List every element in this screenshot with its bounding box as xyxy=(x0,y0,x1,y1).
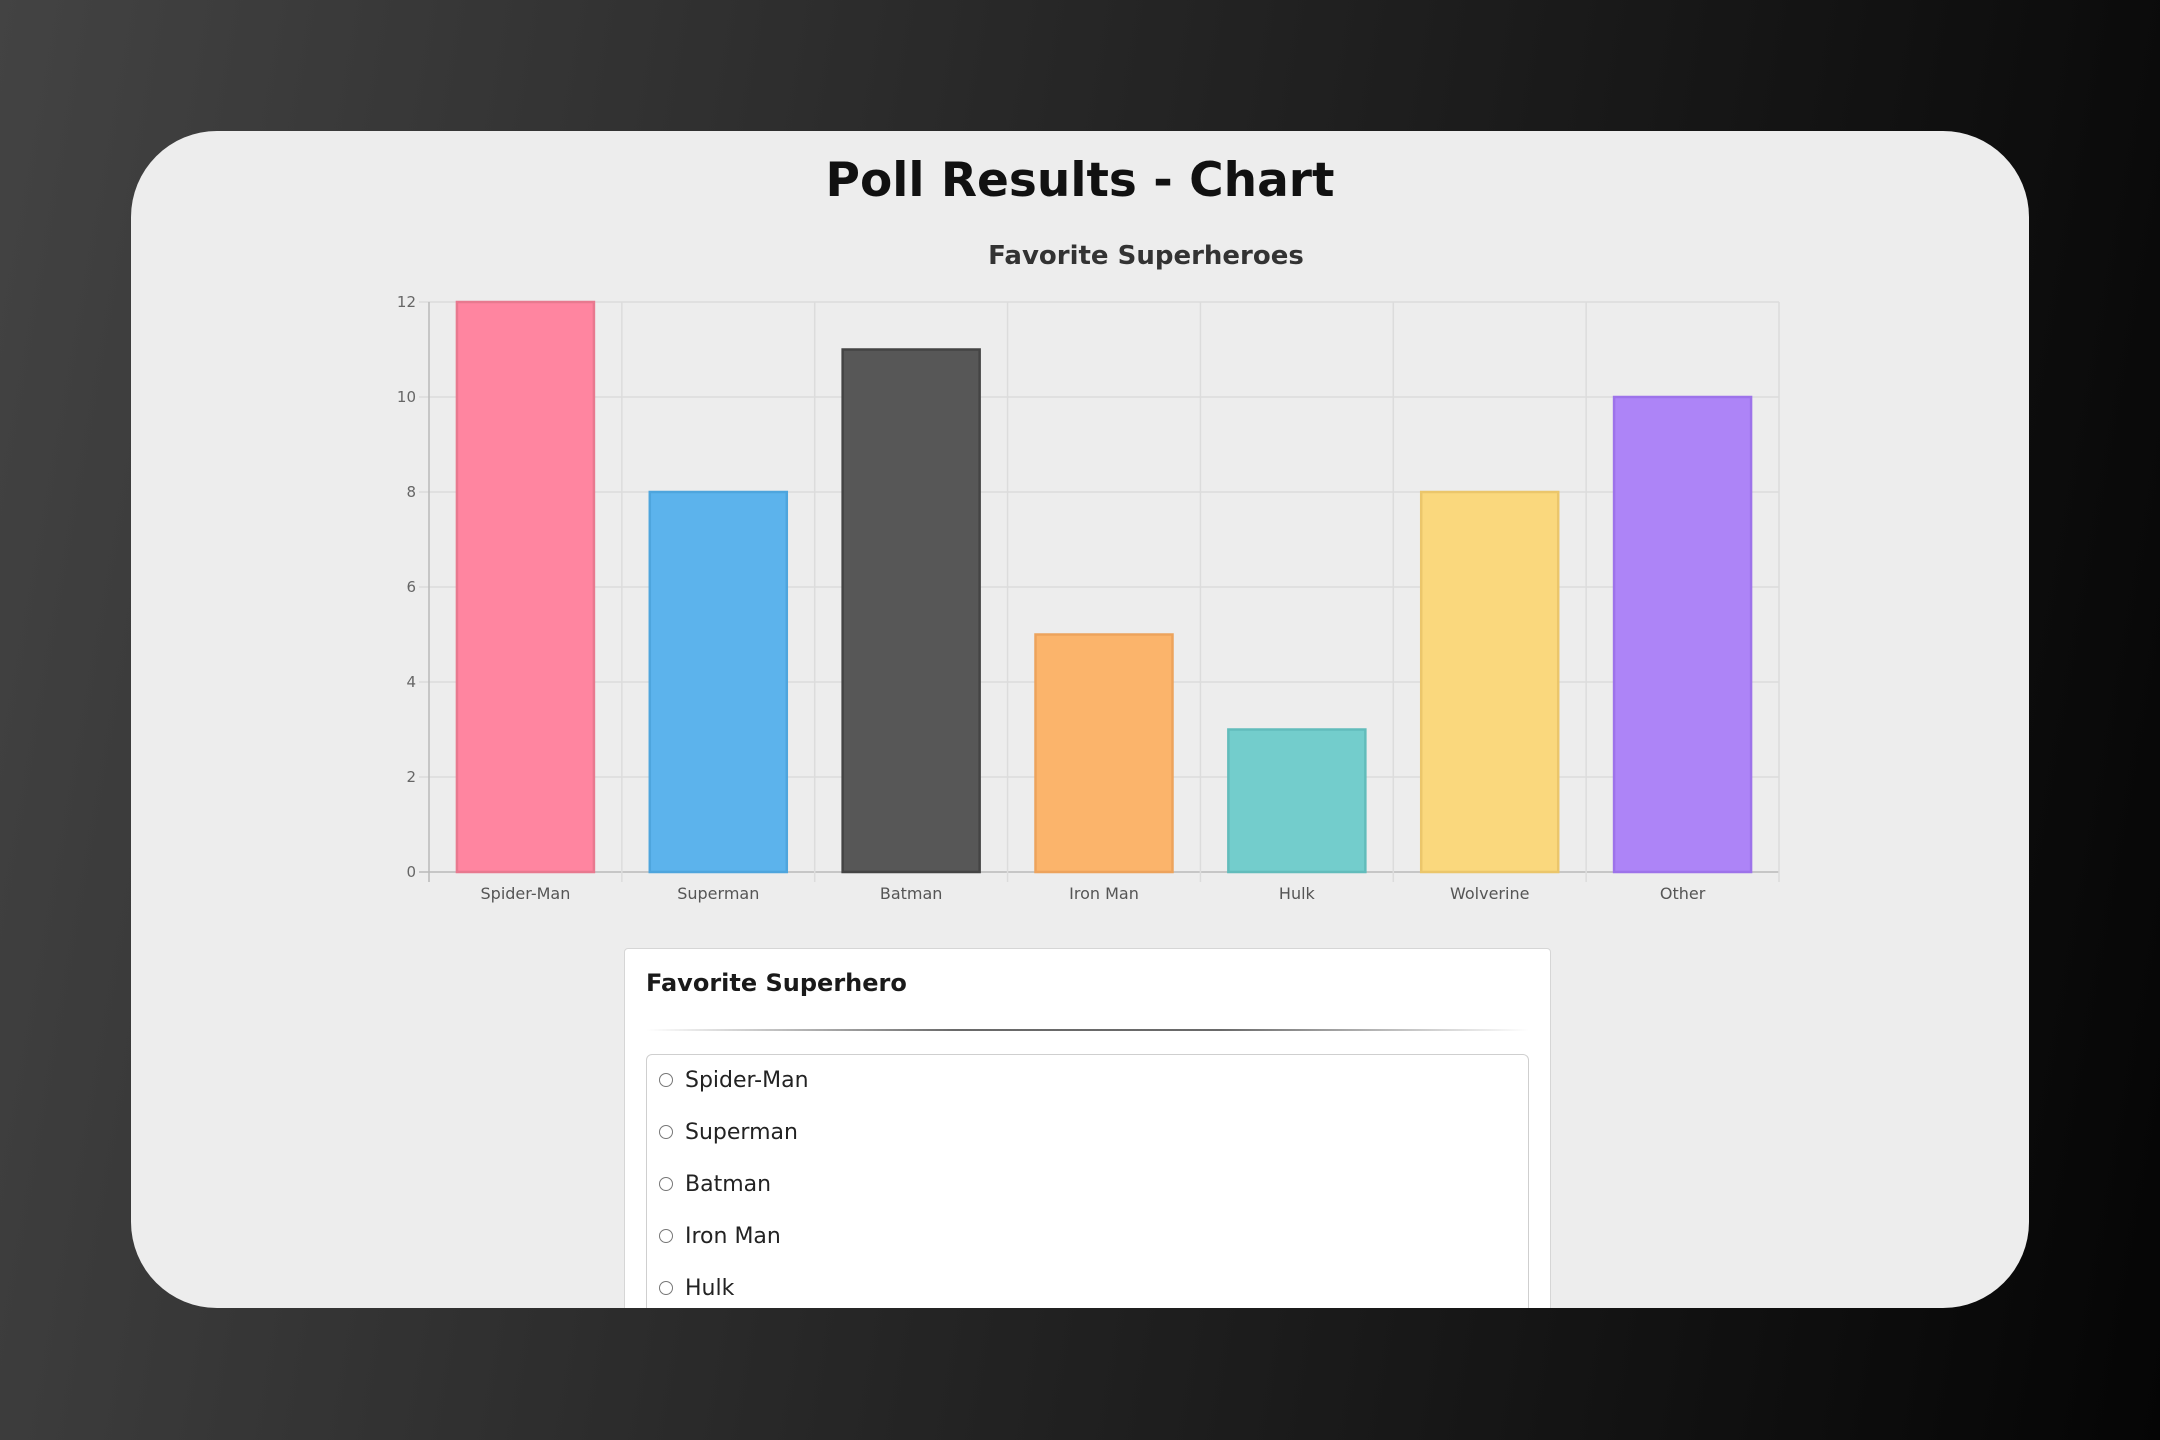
bar-chart: Favorite Superheroes 0 2 4 6 8 10 12 Spider-Man S… xyxy=(397,241,1780,903)
radio-button[interactable] xyxy=(659,1073,673,1087)
chart-title: Favorite Superheroes xyxy=(988,241,1304,271)
x-tick-label: Other xyxy=(1660,884,1706,903)
radio-button[interactable] xyxy=(659,1229,673,1243)
x-tick-label: Iron Man xyxy=(1069,884,1139,903)
radio-button[interactable] xyxy=(659,1177,673,1191)
bar xyxy=(1612,395,1753,874)
poll-card: Poll Results - Chart Favorite Superheroe… xyxy=(131,131,2029,1308)
radio-button[interactable] xyxy=(659,1125,673,1139)
y-tick-label: 8 xyxy=(406,483,416,501)
y-tick-label: 0 xyxy=(406,863,416,881)
poll-option-iron-man[interactable]: Iron Man xyxy=(659,1216,781,1256)
x-tick-label: Hulk xyxy=(1279,884,1316,903)
y-tick-label: 4 xyxy=(406,673,416,691)
poll-title: Favorite Superhero xyxy=(646,969,907,997)
bar xyxy=(455,300,596,874)
option-label: Iron Man xyxy=(685,1223,781,1249)
bar xyxy=(841,348,981,874)
poll-option-superman[interactable]: Superman xyxy=(659,1112,798,1152)
option-label: Spider-Man xyxy=(685,1067,809,1093)
x-tick-label: Batman xyxy=(880,884,943,903)
bar xyxy=(1034,633,1174,874)
option-label: Batman xyxy=(685,1171,772,1197)
y-tick-label: 2 xyxy=(406,768,416,786)
bar xyxy=(1227,728,1367,874)
radio-button[interactable] xyxy=(659,1281,673,1295)
bar xyxy=(1419,490,1560,874)
divider xyxy=(646,1029,1529,1031)
x-tick-label: Superman xyxy=(677,884,759,903)
x-tick-label: Spider-Man xyxy=(481,884,571,903)
y-tick-label: 10 xyxy=(397,388,416,406)
poll-option-batman[interactable]: Batman xyxy=(659,1164,771,1204)
y-tick-label: 12 xyxy=(397,293,416,311)
option-label: Hulk xyxy=(685,1275,735,1301)
option-label: Superman xyxy=(685,1119,798,1145)
poll-option-spider-man[interactable]: Spider-Man xyxy=(659,1060,809,1100)
x-tick-label: Wolverine xyxy=(1450,884,1529,903)
poll-option-hulk[interactable]: Hulk xyxy=(659,1268,734,1308)
poll-panel: Favorite Superhero Spider-Man Superman B… xyxy=(624,948,1551,1308)
bar xyxy=(648,490,789,874)
y-tick-label: 6 xyxy=(406,578,416,596)
poll-options: Spider-Man Superman Batman Iron Man Hulk xyxy=(646,1054,1529,1308)
